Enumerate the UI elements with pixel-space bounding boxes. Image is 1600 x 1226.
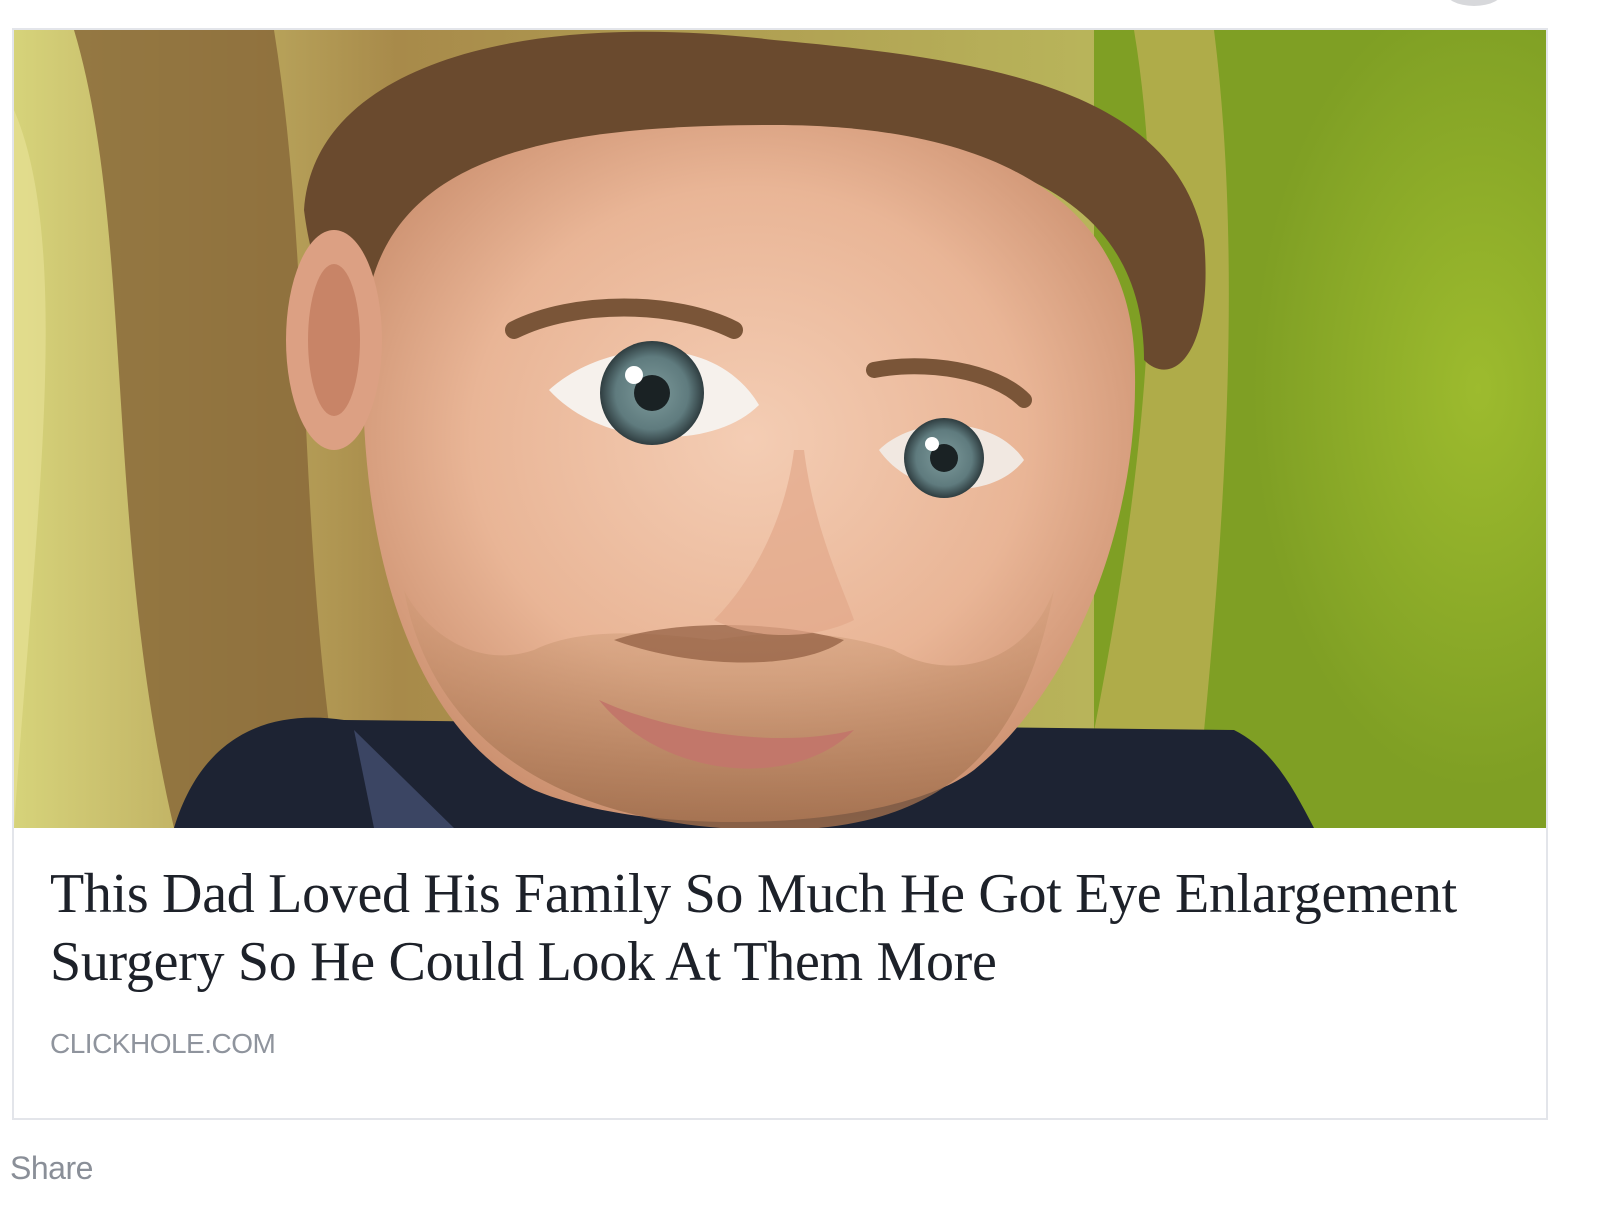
photo-illustration	[14, 30, 1546, 828]
avatar	[1444, 0, 1504, 6]
link-preview-image[interactable]	[14, 30, 1546, 828]
headline[interactable]: This Dad Loved His Family So Much He Got…	[50, 860, 1510, 996]
link-domain: CLICKHOLE.COM	[50, 1028, 276, 1059]
share-button[interactable]: Share	[10, 1150, 93, 1187]
link-caption[interactable]: This Dad Loved His Family So Much He Got…	[50, 860, 1510, 1060]
link-preview-card[interactable]: This Dad Loved His Family So Much He Got…	[12, 28, 1548, 1120]
